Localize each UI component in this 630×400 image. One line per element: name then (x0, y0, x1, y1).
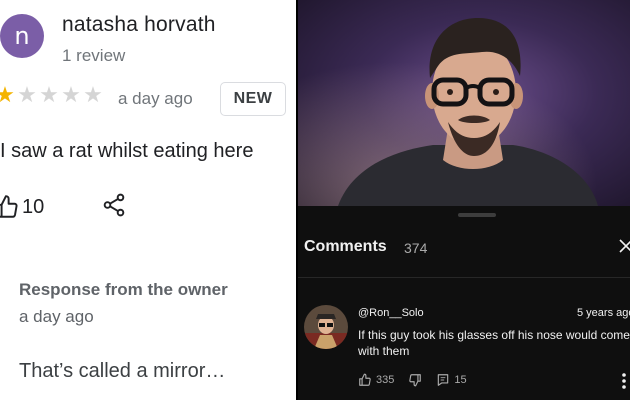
youtube-comments-panel: Comments 374 @Ron__Solo 5 years ago If t… (298, 0, 630, 400)
comment-reply-count: 15 (454, 374, 467, 386)
reviewer-avatar[interactable]: n (0, 14, 44, 58)
share-button[interactable] (101, 192, 127, 218)
video-thumbnail (298, 0, 630, 206)
like-count: 10 (22, 195, 45, 218)
drag-handle[interactable] (458, 213, 496, 217)
star-rating: ★ ★ ★ ★ ★ (0, 84, 104, 106)
comments-sheet (298, 206, 630, 400)
owner-response-text: That’s called a mirror… (19, 360, 226, 382)
new-badge: NEW (220, 82, 286, 116)
comment-text: If this guy took his glasses off his nos… (358, 328, 630, 358)
review-time: a day ago (118, 89, 193, 108)
comment-like-button[interactable]: 335 (358, 373, 394, 387)
review-text: I saw a rat whilst eating here (0, 140, 254, 162)
comment-reply-button[interactable]: 15 (436, 373, 467, 387)
star-icon: ★ (17, 82, 37, 107)
comments-count: 374 (404, 240, 428, 256)
avatar-letter: n (14, 22, 30, 50)
star-icon: ★ (0, 82, 15, 107)
star-icon: ★ (83, 82, 103, 107)
star-icon: ★ (61, 82, 81, 107)
google-review-panel: n natasha horvath 1 review ★ ★ ★ ★ ★ a d… (0, 0, 296, 400)
comments-title: Comments (304, 238, 387, 255)
reviewer-name[interactable]: natasha horvath (62, 13, 216, 37)
thumbs-up-icon (0, 195, 18, 218)
thumbs-up-icon (359, 373, 371, 386)
comment-date: 5 years ago (577, 307, 630, 319)
comment-dislike-button[interactable] (408, 373, 422, 387)
close-button[interactable] (616, 236, 630, 256)
share-icon (103, 193, 125, 217)
avatar (304, 305, 348, 349)
comment-like-count: 335 (376, 374, 395, 386)
owner-response-title: Response from the owner (19, 280, 228, 299)
more-vert-icon (622, 373, 626, 389)
star-icon: ★ (39, 82, 59, 107)
comment-more-button[interactable] (620, 372, 628, 390)
reply-icon (438, 374, 449, 386)
video-frame[interactable] (298, 0, 630, 206)
dislike-icon (409, 374, 422, 387)
close-icon (619, 239, 630, 253)
commenter-avatar[interactable] (304, 305, 348, 349)
owner-response-time: a day ago (19, 307, 94, 326)
comment-author[interactable]: @Ron__Solo (358, 307, 424, 319)
reviewer-review-count: 1 review (62, 46, 126, 65)
comment-actions: 335 15 (358, 373, 467, 387)
like-button[interactable]: 10 (0, 194, 44, 220)
divider (298, 277, 630, 278)
